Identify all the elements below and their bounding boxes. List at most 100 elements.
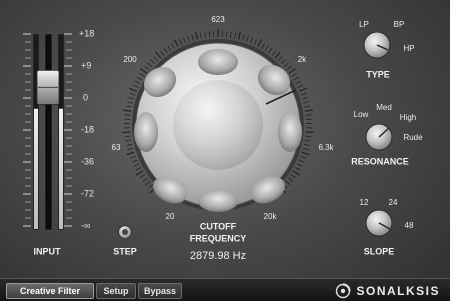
- cutoff-tick: [303, 143, 310, 146]
- meter-right-fill: [59, 108, 63, 229]
- cutoff-tick: [291, 73, 297, 78]
- cutoff-tick: [292, 170, 301, 176]
- cutoff-scale-label: 20: [165, 212, 175, 221]
- cutoff-tick: [277, 56, 283, 62]
- cutoff-tick: [303, 101, 310, 104]
- slope-knob[interactable]: [365, 209, 393, 237]
- tab-setup[interactable]: Setup: [96, 283, 136, 299]
- cutoff-tick: [298, 159, 305, 163]
- cutoff-tick: [153, 56, 159, 62]
- cutoff-tick: [301, 96, 308, 100]
- cutoff-tick: [304, 109, 313, 112]
- type-option-hp[interactable]: HP: [403, 45, 414, 53]
- type-knob[interactable]: [363, 31, 391, 59]
- cutoff-tick: [131, 159, 138, 163]
- cutoff-tick: [304, 139, 311, 142]
- type-option-lp[interactable]: LP: [359, 21, 369, 29]
- cutoff-tick: [142, 177, 148, 182]
- slope-option-24[interactable]: 24: [389, 199, 398, 207]
- cutoff-tick: [302, 147, 309, 151]
- cutoff-tick: [234, 32, 237, 39]
- cutoff-frequency-readout: 2879.98 Hz: [189, 250, 247, 262]
- cutoff-tick: [246, 35, 249, 42]
- cutoff-tick: [204, 31, 206, 38]
- cutoff-tick: [301, 151, 310, 156]
- cutoff-label-line1: CUTOFF: [199, 221, 237, 232]
- input-scale-label: +9: [81, 60, 92, 71]
- cutoff-tick: [129, 87, 137, 92]
- cutoff-tick: [261, 43, 265, 49]
- cutoff-tick: [271, 50, 276, 56]
- step-label: STEP: [113, 246, 137, 257]
- cutoff-tick: [274, 51, 281, 59]
- tab-bypass[interactable]: Bypass: [138, 283, 182, 299]
- cutoff-tick: [288, 68, 297, 74]
- cutoff-tick: [163, 47, 168, 54]
- cutoff-knob[interactable]: [132, 39, 304, 212]
- cutoff-tick: [145, 180, 151, 186]
- input-scale-label: +18: [79, 28, 95, 39]
- cutoff-tick: [293, 76, 300, 81]
- brand: SONALKSIS: [335, 282, 440, 300]
- cutoff-tick: [283, 62, 289, 68]
- cutoff-tick: [134, 80, 141, 85]
- slope-option-48[interactable]: 48: [405, 222, 414, 230]
- cutoff-tick: [294, 167, 301, 171]
- cutoff-tick: [195, 31, 199, 40]
- cutoff-tick: [150, 59, 156, 65]
- cutoff-tick: [199, 32, 202, 39]
- knob-dimple: [198, 49, 238, 75]
- cutoff-tick: [127, 147, 134, 151]
- cutoff-tick: [148, 183, 154, 189]
- slope-label: SLOPE: [363, 246, 395, 257]
- cutoff-tick: [125, 139, 132, 142]
- cutoff-tick: [297, 84, 304, 88]
- cutoff-tick: [242, 34, 245, 41]
- cutoff-tick: [126, 101, 133, 104]
- cutoff-tick: [253, 39, 258, 45]
- cutoff-tick: [290, 174, 296, 179]
- cutoff-tick: [125, 105, 132, 108]
- slope-option-12[interactable]: 12: [360, 199, 369, 207]
- cutoff-tick: [208, 31, 211, 38]
- cutoff-tick: [126, 143, 133, 146]
- cutoff-tick: [139, 73, 145, 78]
- cutoff-tick: [160, 50, 165, 56]
- fader-slot: [44, 33, 53, 231]
- cutoff-tick: [191, 34, 194, 41]
- cutoff-tick: [129, 92, 136, 96]
- cutoff-tick: [144, 65, 150, 71]
- input-scale-label: -18: [81, 124, 95, 135]
- cutoff-tick: [225, 31, 228, 38]
- tab-creative-filter[interactable]: Creative Filter: [6, 283, 94, 299]
- cutoff-tick: [147, 62, 153, 68]
- cutoff-tick: [295, 80, 302, 85]
- type-option-bp[interactable]: BP: [394, 21, 405, 29]
- cutoff-tick: [257, 39, 263, 47]
- bottom-bar: Creative Filter Setup Bypass SONALKSIS: [0, 278, 450, 301]
- meter-left-fill: [34, 108, 38, 229]
- cutoff-tick: [286, 65, 292, 71]
- resonance-label: RESONANCE: [351, 156, 409, 167]
- cutoff-label-line2: FREQUENCY: [189, 233, 247, 244]
- cutoff-tick: [280, 59, 286, 65]
- resonance-option-med[interactable]: Med: [376, 104, 392, 112]
- fader-handle[interactable]: [36, 69, 60, 105]
- resonance-option-high[interactable]: High: [400, 114, 416, 122]
- cutoff-tick: [305, 131, 314, 134]
- knob-dimple: [198, 190, 238, 212]
- resonance-option-rude[interactable]: Rude: [403, 134, 422, 142]
- cutoff-tick: [264, 45, 269, 51]
- type-label: TYPE: [366, 69, 390, 80]
- resonance-knob[interactable]: [365, 123, 393, 151]
- step-button[interactable]: [118, 225, 132, 239]
- cutoff-tick: [140, 174, 146, 179]
- cutoff-tick: [250, 37, 253, 44]
- cutoff-tick: [305, 114, 312, 116]
- cutoff-tick: [135, 170, 144, 176]
- resonance-option-low[interactable]: Low: [354, 111, 369, 119]
- cutoff-tick: [187, 35, 190, 42]
- cutoff-tick: [132, 84, 139, 88]
- cutoff-tick: [230, 31, 232, 38]
- knob-dimple: [134, 112, 158, 152]
